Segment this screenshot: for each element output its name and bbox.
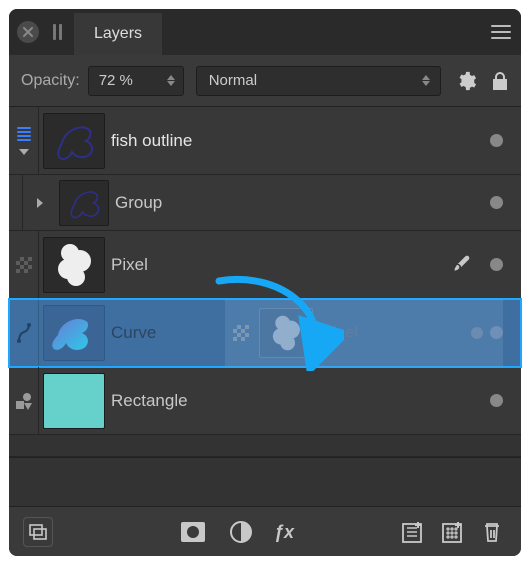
merge-icon[interactable]	[23, 517, 53, 547]
stepper-chevron-icon[interactable]	[167, 67, 175, 95]
visibility-dot-icon[interactable]	[490, 196, 503, 209]
blend-mode-select[interactable]: Normal	[196, 66, 441, 96]
layer-type-curve-icon	[9, 299, 39, 366]
layer-thumbnail[interactable]	[43, 113, 105, 169]
brush-icon[interactable]	[452, 253, 472, 276]
layer-row-fish-outline[interactable]: fish outline	[9, 107, 521, 175]
blend-mode-value: Normal	[209, 72, 257, 89]
visibility-dot-icon[interactable]	[490, 134, 503, 147]
empty-area	[9, 435, 521, 457]
mask-icon[interactable]	[178, 517, 208, 547]
svg-text:ƒx: ƒx	[274, 522, 295, 542]
chevron-right-icon	[37, 198, 43, 208]
layer-row-pixel[interactable]: Pixel	[9, 231, 521, 299]
layer-thumbnail[interactable]	[43, 373, 105, 429]
opacity-label: Opacity:	[21, 72, 80, 90]
chevron-down-icon[interactable]	[19, 149, 29, 155]
tab-layers[interactable]: Layers	[74, 13, 162, 55]
pause-icon[interactable]	[53, 24, 62, 40]
layer-thumbnail[interactable]	[59, 180, 109, 226]
fx-icon[interactable]: ƒx	[274, 517, 304, 547]
layer-type-shape-icon	[9, 367, 39, 434]
tab-label: Layers	[94, 25, 142, 43]
layer-name[interactable]: Group	[115, 193, 490, 213]
opacity-stepper[interactable]: 72 %	[88, 66, 184, 96]
layer-name[interactable]: Pixel	[111, 255, 452, 275]
close-icon[interactable]	[17, 21, 39, 43]
add-layer-icon[interactable]	[397, 517, 427, 547]
select-chevron-icon[interactable]	[422, 67, 430, 95]
expand-toggle[interactable]	[29, 198, 51, 208]
layer-type-pixel-icon	[9, 231, 39, 298]
add-mask-icon[interactable]	[437, 517, 467, 547]
visibility-dot-icon[interactable]	[490, 258, 503, 271]
gear-icon[interactable]	[455, 70, 477, 92]
lock-icon[interactable]	[491, 71, 509, 91]
trash-icon[interactable]	[477, 517, 507, 547]
visibility-dot-icon[interactable]	[490, 326, 503, 339]
layer-name[interactable]: Curve	[111, 323, 490, 343]
layer-thumbnail[interactable]	[43, 237, 105, 293]
adjustment-icon[interactable]	[226, 517, 256, 547]
layer-row-group[interactable]: Group	[9, 175, 521, 231]
layer-thumbnail[interactable]	[43, 305, 105, 361]
layer-name[interactable]: Rectangle	[111, 391, 490, 411]
layer-row-curve[interactable]: Curve Pixel	[9, 299, 521, 367]
opacity-value: 72 %	[99, 72, 133, 89]
menu-icon[interactable]	[489, 25, 513, 39]
layer-row-rectangle[interactable]: Rectangle	[9, 367, 521, 435]
stack-icon	[17, 127, 31, 141]
layer-name[interactable]: fish outline	[111, 131, 490, 151]
visibility-dot-icon[interactable]	[490, 394, 503, 407]
